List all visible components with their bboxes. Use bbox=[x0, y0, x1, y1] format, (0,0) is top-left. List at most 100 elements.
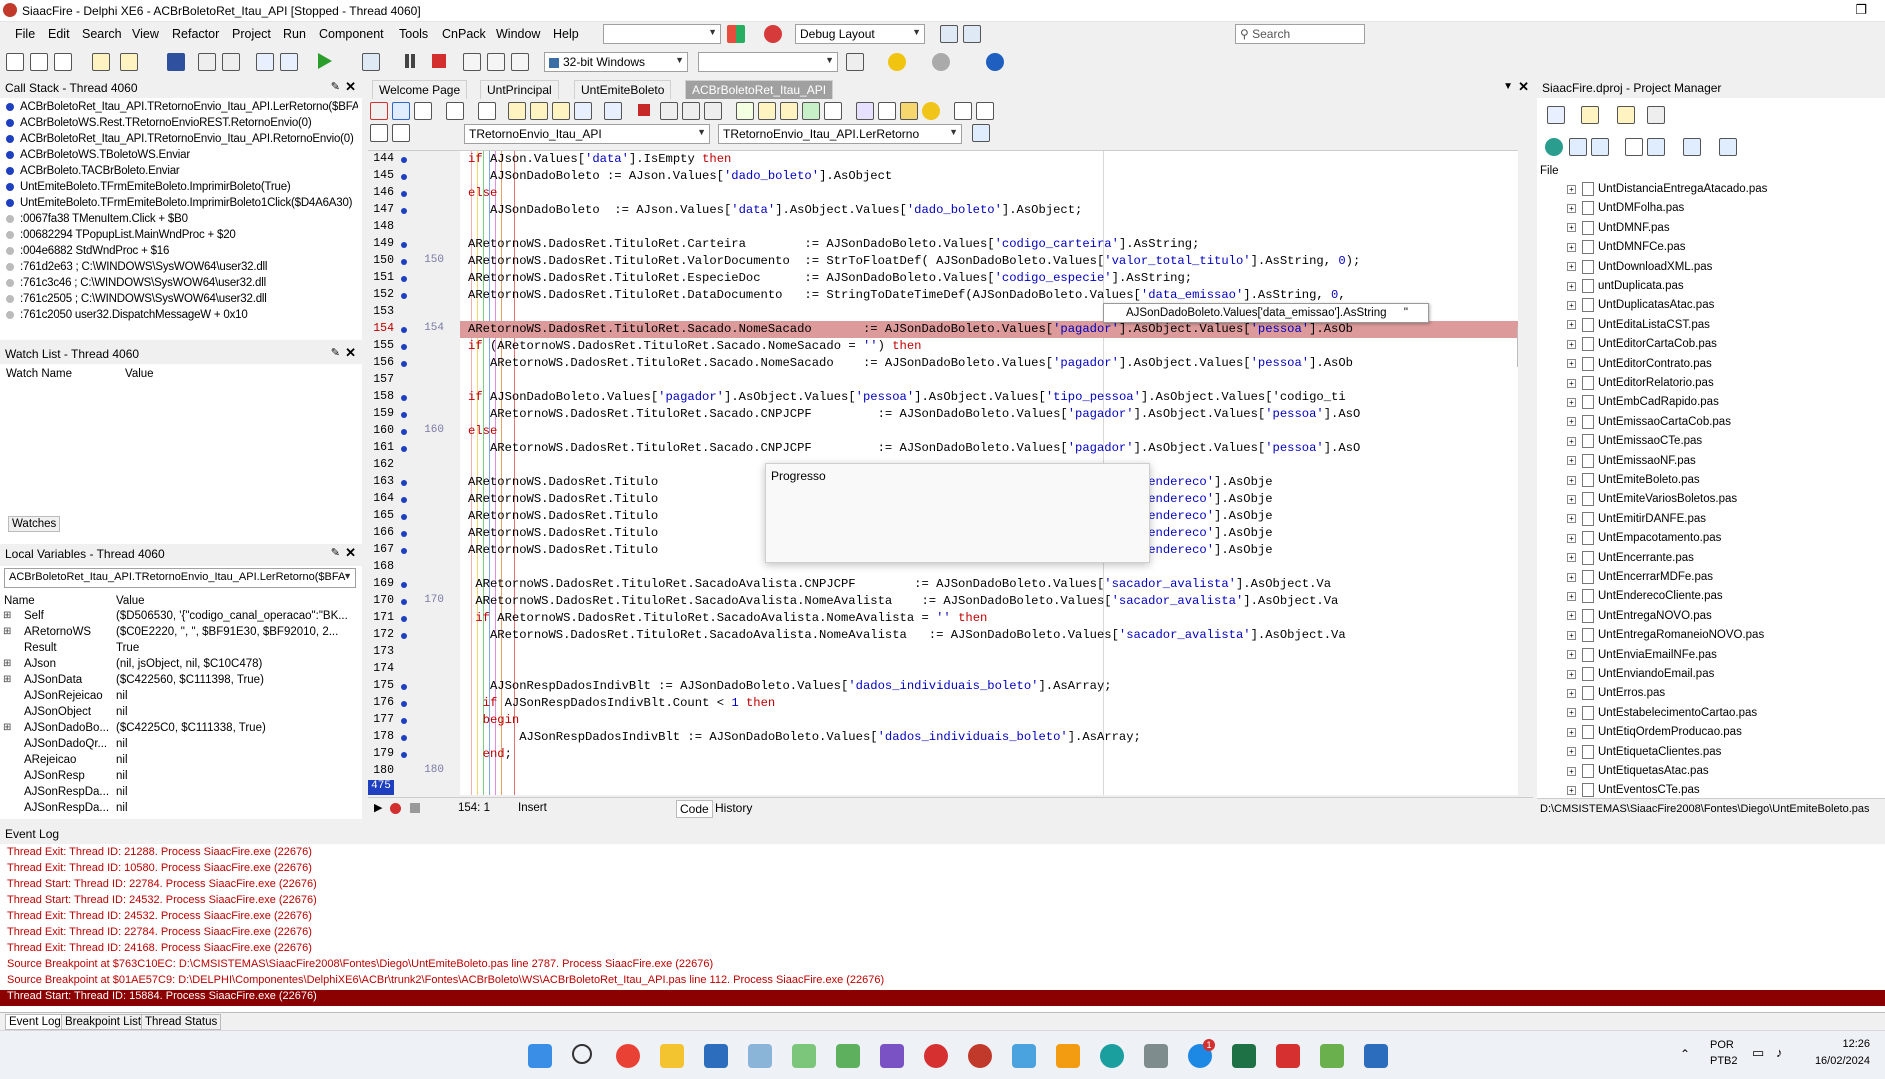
local-var-row[interactable]: ARejeicao nil bbox=[0, 754, 350, 770]
event-row[interactable]: Source Breakpoint at $763C10EC: D:\CMSIS… bbox=[7, 958, 713, 970]
editor-tool-icon[interactable] bbox=[824, 102, 842, 120]
activate-icon[interactable] bbox=[1547, 106, 1565, 124]
restore-window-button[interactable]: ❐ bbox=[1855, 2, 1867, 18]
tab-watches[interactable]: Watches bbox=[8, 516, 61, 532]
locals-list[interactable]: ACBrBoletoRet_Itau_API.TRetornoEnvio_Ita… bbox=[0, 566, 362, 819]
code-line[interactable]: else bbox=[468, 185, 1513, 202]
line-number[interactable]: 151 bbox=[368, 271, 394, 284]
pm-file-item[interactable]: + UntEmissaoCartaCob.pas bbox=[1567, 414, 1731, 434]
menu-edit[interactable]: Edit bbox=[48, 27, 70, 41]
pm-file-item[interactable]: + untDuplicata.pas bbox=[1567, 279, 1684, 298]
close-icon[interactable]: ✕ bbox=[345, 345, 356, 361]
pin-icon[interactable]: ✎ bbox=[331, 546, 340, 559]
expand-icon[interactable]: + bbox=[1567, 300, 1576, 310]
breakpoint-marker-icon[interactable] bbox=[401, 752, 407, 758]
network-status-icon[interactable]: ▭ bbox=[1752, 1045, 1764, 1061]
line-number[interactable]: 174 bbox=[368, 662, 394, 675]
breakpoint-marker-icon[interactable] bbox=[401, 684, 407, 690]
code-line[interactable]: ARetornoWS.DadosRet.TituloRet.Carteira :… bbox=[468, 236, 1513, 253]
pm-file-item[interactable]: + UntEmiteBoleto.pas bbox=[1567, 473, 1700, 492]
editor-tool-icon[interactable] bbox=[392, 102, 410, 120]
editor-tool-icon[interactable] bbox=[392, 124, 410, 142]
breakpoint-marker-icon[interactable] bbox=[401, 259, 407, 265]
search-input[interactable]: ⚲ Search bbox=[1235, 24, 1365, 44]
line-number[interactable]: 163 bbox=[368, 475, 394, 488]
event-log-list[interactable]: Thread Exit: Thread ID: 21288. Process S… bbox=[0, 844, 1885, 1012]
sort-icon[interactable] bbox=[1625, 138, 1643, 156]
line-number[interactable]: 159 bbox=[368, 407, 394, 420]
local-var-row[interactable]: AJSonObject nil bbox=[0, 706, 350, 722]
callstack-row[interactable]: :0067fa38 TMenuItem.Click + $B0 bbox=[6, 213, 358, 225]
new-icon[interactable] bbox=[6, 53, 24, 71]
editor-tool-icon[interactable] bbox=[370, 124, 388, 142]
code-line[interactable]: if AJSonRespDadosIndivBlt.Count < 1 then bbox=[468, 695, 1513, 712]
back-arrow-icon[interactable] bbox=[888, 53, 906, 71]
keyboard-layout-indicator[interactable]: PTB2 bbox=[1710, 1055, 1738, 1067]
open-project-icon[interactable] bbox=[120, 53, 138, 71]
breakpoint-marker-icon[interactable] bbox=[401, 208, 407, 214]
close-icon[interactable]: ✕ bbox=[1518, 79, 1529, 95]
local-var-row[interactable]: AJSonDadoQr... nil bbox=[0, 738, 350, 754]
expand-icon[interactable]: + bbox=[1567, 514, 1576, 524]
settings-icon[interactable] bbox=[922, 102, 940, 120]
line-number[interactable]: 173 bbox=[368, 645, 394, 658]
editor-tool-icon[interactable] bbox=[856, 102, 874, 120]
editor-tool-icon[interactable] bbox=[604, 102, 622, 120]
expand-icon[interactable]: + bbox=[1567, 708, 1576, 718]
save-all-icon[interactable] bbox=[198, 53, 216, 71]
chevron-down-icon[interactable]: ▼ bbox=[1503, 81, 1513, 92]
breakpoint-marker-icon[interactable] bbox=[401, 327, 407, 333]
callstack-row[interactable]: :761c2505 ; C:\WINDOWS\SysWOW64\user32.d… bbox=[6, 293, 358, 305]
forward-arrow-icon[interactable] bbox=[932, 53, 950, 71]
editor-tool-icon[interactable] bbox=[682, 102, 700, 120]
pm-file-item[interactable]: + UntDMNFCe.pas bbox=[1567, 240, 1686, 259]
pm-file-item[interactable]: + UntEmissaoCTe.pas bbox=[1567, 434, 1702, 453]
build-icon[interactable] bbox=[1647, 138, 1665, 156]
menu-project[interactable]: Project bbox=[232, 27, 271, 41]
pm-file-item[interactable]: + UntDistanciaEntregaAtacado.pas bbox=[1567, 182, 1767, 201]
stop-icon[interactable] bbox=[764, 25, 782, 43]
search-icon[interactable] bbox=[572, 1044, 592, 1064]
collapse-all-icon[interactable] bbox=[1591, 138, 1609, 156]
compile-icon[interactable] bbox=[1683, 138, 1701, 156]
program-reset-icon[interactable] bbox=[432, 54, 446, 68]
pm-file-item[interactable]: + UntEntregaRomaneioNOVO.pas bbox=[1567, 628, 1764, 647]
event-row[interactable]: Thread Exit: Thread ID: 24532. Process S… bbox=[7, 910, 312, 922]
tab-breakpoint-list[interactable]: Breakpoint List bbox=[61, 1014, 146, 1030]
breakpoint-marker-icon[interactable] bbox=[401, 633, 407, 639]
volume-icon[interactable]: ♪ bbox=[1776, 1045, 1783, 1060]
code-line[interactable]: else bbox=[468, 423, 1513, 440]
app-icon[interactable] bbox=[1364, 1044, 1388, 1068]
editor-tool-icon[interactable] bbox=[508, 102, 526, 120]
code-line[interactable]: ARetornoWS.DadosRet.TituloRet.Sacado.CNP… bbox=[468, 440, 1513, 457]
breakpoint-marker-icon[interactable] bbox=[401, 599, 407, 605]
pm-file-item[interactable]: + UntEditorContrato.pas bbox=[1567, 356, 1712, 376]
local-var-row[interactable]: AJSonResp nil bbox=[0, 770, 350, 786]
menu-refactor[interactable]: Refactor bbox=[172, 27, 219, 41]
editor-tool-icon[interactable] bbox=[736, 102, 754, 120]
expand-icon[interactable]: + bbox=[1567, 533, 1576, 543]
pm-file-item[interactable]: + UntEmitirDANFE.pas bbox=[1567, 511, 1706, 531]
expand-icon[interactable]: ⊞ bbox=[3, 658, 11, 669]
event-row[interactable]: Source Breakpoint at $01AE57C9: D:\DELPH… bbox=[7, 974, 884, 986]
cnpack-icon[interactable] bbox=[370, 102, 388, 120]
list-icon[interactable] bbox=[972, 124, 990, 142]
breakpoint-marker-icon[interactable] bbox=[401, 582, 407, 588]
expand-icon[interactable]: + bbox=[1567, 766, 1576, 776]
breakpoint-marker-icon[interactable] bbox=[401, 446, 407, 452]
tab-untemiteboleto[interactable]: UntEmiteBoleto bbox=[574, 80, 672, 99]
editor-tool-icon[interactable] bbox=[704, 102, 722, 120]
code-line[interactable]: ARetornoWS.DadosRet.TituloRet.SacadoAval… bbox=[468, 576, 1513, 593]
callstack-row[interactable]: ACBrBoletoRet_Itau_API.TRetornoEnvio_Ita… bbox=[6, 101, 358, 113]
expand-icon[interactable]: + bbox=[1567, 630, 1576, 640]
play-icon[interactable]: ▶ bbox=[374, 801, 382, 814]
local-var-row[interactable]: ⊞ AJson (nil, jsObject, nil, $C10C478) bbox=[0, 658, 350, 674]
pm-file-item[interactable]: + UntEmpacotamento.pas bbox=[1567, 531, 1721, 550]
breakpoint-marker-icon[interactable] bbox=[401, 344, 407, 350]
layout-combo[interactable]: Debug Layout ▼ bbox=[795, 24, 925, 44]
tab-welcome-page[interactable]: Welcome Page bbox=[372, 80, 468, 99]
breakpoint-marker-icon[interactable] bbox=[401, 242, 407, 248]
breakpoint-marker-icon[interactable] bbox=[401, 548, 407, 554]
expand-icon[interactable]: + bbox=[1567, 281, 1576, 291]
pm-file-item[interactable]: + UntEtiquetasAtac.pas bbox=[1567, 764, 1709, 783]
